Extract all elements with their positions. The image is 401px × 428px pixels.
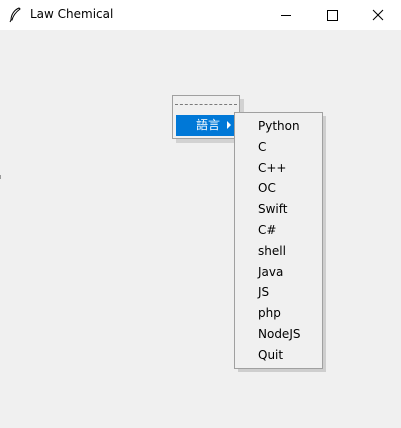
border-mark <box>0 175 1 179</box>
maximize-button[interactable] <box>309 0 355 30</box>
submenu-item-label: C# <box>258 223 277 237</box>
language-submenu: Python C C++ OC Swift C# shell Java JS php NodeJS Q… <box>234 112 323 369</box>
app-window: Law Chemical 語言 Python C C++ OC Swift C#… <box>0 0 401 428</box>
close-icon <box>372 9 384 21</box>
submenu-item-label: OC <box>258 181 276 196</box>
submenu-item-java[interactable]: Java <box>237 262 320 283</box>
submenu-item-swift[interactable]: Swift <box>237 199 320 220</box>
submenu-item-label: php <box>258 306 281 321</box>
submenu-item-c[interactable]: C++ <box>237 158 320 179</box>
submenu-item-label: Java <box>258 264 284 279</box>
minimize-button[interactable] <box>263 0 309 30</box>
submenu-item-js[interactable]: JS <box>237 282 320 303</box>
tearoff-line[interactable] <box>175 104 237 105</box>
submenu-item-python[interactable]: Python <box>237 116 320 137</box>
submenu-item-label: Python <box>258 119 300 133</box>
maximize-icon <box>327 10 338 21</box>
submenu-item-php[interactable]: php <box>237 303 320 324</box>
submenu-item-c[interactable]: C <box>237 137 320 158</box>
feather-icon <box>9 7 21 23</box>
submenu-item-quit[interactable]: Quit <box>237 345 320 366</box>
title-bar[interactable]: Law Chemical <box>0 0 401 30</box>
submenu-item-c[interactable]: C# <box>237 220 320 241</box>
submenu-item-nodejs[interactable]: NodeJS <box>237 324 320 345</box>
submenu-item-label: C <box>258 139 267 154</box>
submenu-item-label: Swift <box>258 202 288 217</box>
submenu-item-label: JS <box>258 285 270 300</box>
menu-item-language-label: 語言 <box>196 118 221 132</box>
close-button[interactable] <box>355 0 401 30</box>
submenu-item-shell[interactable]: shell <box>237 241 320 262</box>
menu-item-language[interactable]: 語言 <box>176 115 236 136</box>
submenu-item-label: NodeJS <box>258 327 301 341</box>
submenu-arrow-icon <box>227 121 231 129</box>
submenu-item-label: C++ <box>258 160 287 175</box>
submenu-item-label: shell <box>258 243 286 258</box>
window-title: Law Chemical <box>30 7 114 21</box>
submenu-item-label: Quit <box>258 347 284 362</box>
window-client-area[interactable] <box>0 30 401 428</box>
popup-menu: 語言 <box>172 95 240 139</box>
minimize-icon <box>281 15 291 16</box>
submenu-item-oc[interactable]: OC <box>237 178 320 199</box>
